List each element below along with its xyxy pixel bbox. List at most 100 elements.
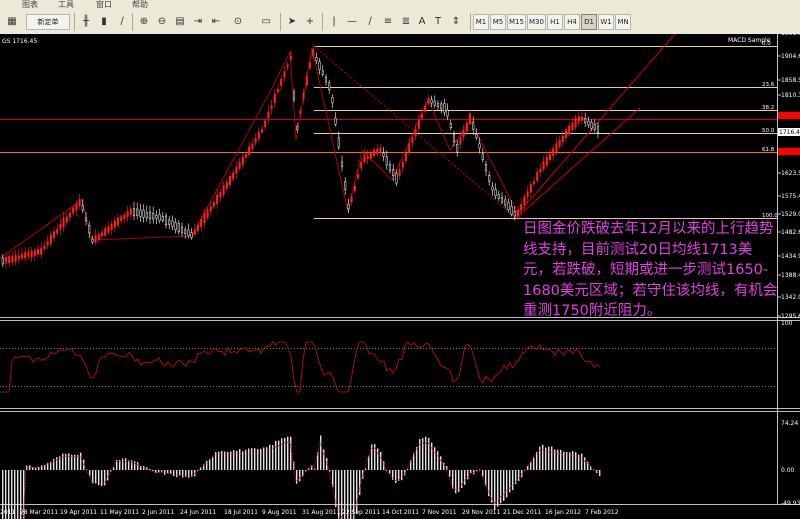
fibonacci-icon[interactable]: ≣ — [398, 14, 414, 30]
tf-label: M1 — [475, 18, 487, 26]
macd-bar — [95, 470, 97, 484]
horizontal-line-icon[interactable]: — — [344, 14, 360, 30]
candle-body — [219, 192, 222, 198]
tf-m5[interactable]: M5 — [490, 14, 506, 30]
shift-chart-icon[interactable]: ⇤ — [208, 14, 224, 30]
macd-bar — [452, 470, 454, 489]
macd-bar — [485, 470, 487, 486]
candle-body — [257, 131, 260, 140]
macd-bar — [206, 461, 208, 470]
autoscroll-icon[interactable]: ⇥ — [190, 14, 206, 30]
candle-body — [110, 223, 113, 230]
red-price-tag — [778, 112, 800, 119]
candle-body — [148, 211, 152, 220]
candle-body — [216, 194, 219, 205]
tf-m15[interactable]: M15 — [507, 14, 526, 30]
candle-body — [212, 201, 216, 207]
macd-bar — [56, 457, 58, 470]
zoom-in-icon[interactable]: ⊕ — [136, 14, 152, 30]
tf-m1[interactable]: M1 — [473, 14, 489, 30]
new-chart-icon[interactable]: ▦ — [4, 14, 20, 30]
tf-h1[interactable]: H1 — [547, 14, 563, 30]
menu-chart[interactable]: 图表 — [22, 0, 38, 10]
menu-tools[interactable]: 工具 — [58, 0, 74, 10]
candlestick-icon[interactable]: ▮ — [96, 14, 112, 30]
candle-body — [107, 226, 110, 233]
tf-mn[interactable]: MN — [615, 14, 631, 30]
candle-body — [136, 208, 139, 216]
fib-level-label: 0.0 — [762, 41, 771, 47]
tf-label: MN — [617, 18, 629, 26]
candle-body — [318, 61, 321, 70]
label-icon[interactable]: T — [430, 14, 446, 30]
macd-bar — [479, 469, 481, 471]
candle-body — [206, 209, 209, 218]
candle-body — [558, 140, 561, 147]
candle-body — [366, 155, 369, 159]
candle-body — [440, 103, 443, 110]
tf-h4[interactable]: H4 — [564, 14, 580, 30]
candle-body — [577, 116, 580, 123]
candle-body — [392, 168, 395, 177]
candle-body — [497, 194, 500, 199]
macd-bar — [512, 470, 514, 491]
macd-bar — [68, 453, 70, 470]
osc-tick-label: 100 — [781, 320, 793, 327]
candle-body — [43, 245, 46, 250]
price-tick-label: 1388.45 — [781, 272, 800, 279]
candle-body — [20, 254, 24, 259]
macd-bar — [467, 470, 469, 480]
candle-body — [456, 143, 459, 153]
crosshair-icon[interactable]: + — [302, 14, 318, 30]
price-tick-label: 1482.65 — [781, 229, 800, 236]
candle-body — [155, 214, 158, 219]
candle-body — [408, 143, 411, 153]
candle-body — [264, 120, 267, 127]
tf-m30[interactable]: M30 — [527, 14, 546, 30]
macd-bar — [299, 470, 301, 482]
candle-body — [459, 137, 462, 145]
macd-bar — [125, 458, 127, 470]
candle-body — [30, 250, 33, 258]
new-order-button[interactable]: 新定单 — [26, 14, 70, 30]
arrow-icon[interactable]: ⇕ — [448, 14, 464, 30]
macd-bar — [551, 446, 553, 470]
candle-body — [100, 232, 104, 237]
menu-help[interactable]: 帮助 — [132, 0, 148, 10]
candle-body — [475, 134, 478, 138]
macd-bar — [209, 459, 211, 470]
macd-bar — [245, 449, 247, 470]
text-icon[interactable]: A — [414, 14, 430, 30]
channel-icon[interactable]: ≡ — [380, 14, 396, 30]
macd-bar — [323, 449, 325, 470]
macd-bar — [491, 470, 493, 503]
macd-bar — [176, 470, 178, 478]
trendline-icon[interactable]: ∕ — [362, 14, 378, 30]
candle-body — [436, 103, 440, 107]
candle-body — [548, 153, 552, 161]
candle-body — [46, 241, 49, 245]
date-tick-label: 7 Nov 2011 — [422, 509, 457, 516]
vertical-line-icon[interactable]: | — [326, 14, 342, 30]
cursor-icon[interactable]: ➤ — [284, 14, 300, 30]
date-tick-label: 9 Aug 2011 — [262, 509, 297, 516]
tf-w1[interactable]: W1 — [598, 14, 614, 30]
date-tick-label: 16 Jan 2012 — [545, 509, 581, 516]
periods-icon[interactable]: ▭ — [258, 14, 274, 30]
tf-d1[interactable]: D1 — [581, 14, 597, 30]
indicators-icon[interactable]: ⊙ — [230, 14, 246, 30]
tile-icon[interactable]: ▤ — [172, 14, 188, 30]
macd-bar — [167, 470, 169, 474]
macd-bar — [380, 451, 382, 470]
candle-body — [516, 209, 520, 217]
menu-window[interactable]: 窗口 — [96, 0, 112, 10]
bar-chart-icon[interactable]: ╫ — [78, 14, 94, 30]
macd-bar — [365, 468, 367, 470]
candle-body — [574, 117, 577, 128]
macd-bar — [164, 470, 166, 475]
candle-body — [68, 212, 72, 218]
candle-body — [414, 129, 417, 136]
tf-label: M15 — [509, 18, 524, 26]
zoom-out-icon[interactable]: ⊖ — [154, 14, 170, 30]
line-chart-icon[interactable]: ∕ — [114, 14, 130, 30]
